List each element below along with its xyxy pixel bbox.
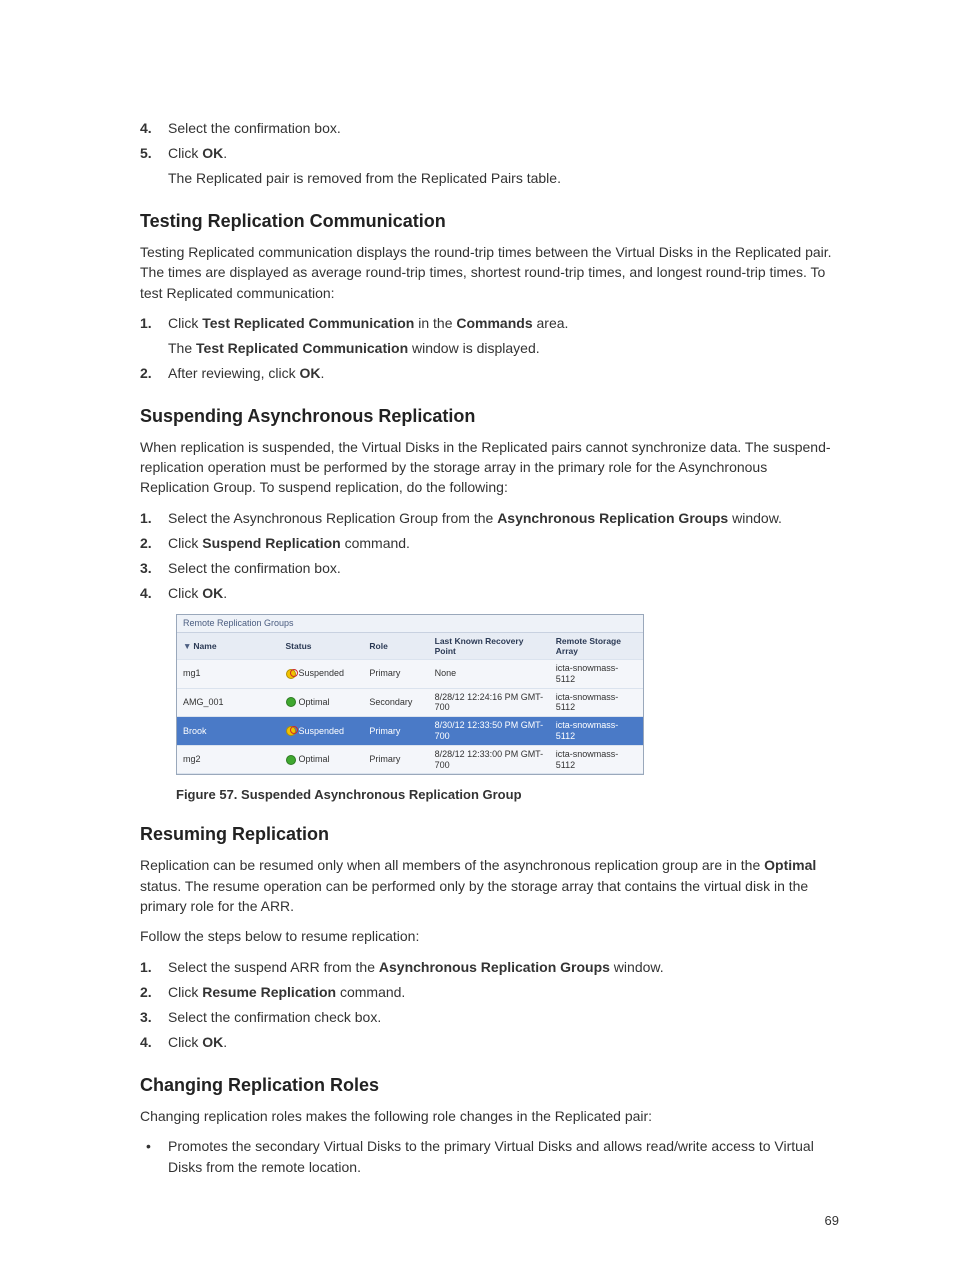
list-item: 3.Select the confirmation box. [140,558,839,579]
item-subline: The Replicated pair is removed from the … [168,168,839,189]
cell-remote: icta-snowmass-5112 [550,659,643,688]
cell-recovery: 8/28/12 12:33:00 PM GMT-700 [429,745,550,774]
cell-role: Secondary [363,688,428,717]
list-item: 4.Select the confirmation box. [140,118,839,139]
steps-suspend: 1.Select the Asynchronous Replication Gr… [140,508,839,604]
figure-caption: Figure 57. Suspended Asynchronous Replic… [176,787,839,802]
cell-status: Suspended [280,717,364,746]
item-number: 4. [140,1032,152,1053]
cell-remote: icta-snowmass-5112 [550,717,643,746]
cell-role: Primary [363,659,428,688]
optimal-status-icon [286,755,296,765]
cell-name: AMG_001 [177,688,280,717]
list-item: 1.Select the suspend ARR from the Asynch… [140,957,839,978]
cell-role: Primary [363,745,428,774]
cell-status: Optimal [280,745,364,774]
item-number: 1. [140,957,152,978]
list-item: 2.Click Resume Replication command. [140,982,839,1003]
table-row[interactable]: AMG_001OptimalSecondary8/28/12 12:24:16 … [177,688,643,717]
list-item: 2.After reviewing, click OK. [140,363,839,384]
cell-remote: icta-snowmass-5112 [550,745,643,774]
item-number: 2. [140,982,152,1003]
cell-status: Suspended [280,659,364,688]
page-number: 69 [825,1213,839,1228]
item-number: 4. [140,583,152,604]
item-number: 3. [140,1007,152,1028]
para-roles: Changing replication roles makes the fol… [140,1106,839,1126]
cell-recovery: 8/30/12 12:33:50 PM GMT-700 [429,717,550,746]
cell-status: Optimal [280,688,364,717]
cell-recovery: None [429,659,550,688]
list-item: 1.Select the Asynchronous Replication Gr… [140,508,839,529]
intro-steps: 4.Select the confirmation box. 5.Click OK… [140,118,839,189]
steps-testing: 1.Click Test Replicated Communication in… [140,313,839,384]
cell-remote: icta-snowmass-5112 [550,688,643,717]
col-name[interactable]: ▼Name [177,633,280,660]
col-role[interactable]: Role [363,633,428,660]
para-resume-2: Follow the steps below to resume replica… [140,926,839,946]
heading-resume: Resuming Replication [140,824,839,845]
list-item: 3.Select the confirmation check box. [140,1007,839,1028]
cell-name: mg2 [177,745,280,774]
cell-name: Brook [177,717,280,746]
list-item: 1.Click Test Replicated Communication in… [140,313,839,359]
bullets-roles: Promotes the secondary Virtual Disks to … [140,1136,839,1178]
cell-name: mg1 [177,659,280,688]
list-item: 5.Click OK.The Replicated pair is remove… [140,143,839,189]
list-item: Promotes the secondary Virtual Disks to … [140,1136,839,1178]
para-resume: Replication can be resumed only when all… [140,855,839,916]
item-subline: The Test Replicated Communication window… [168,338,839,359]
heading-testing: Testing Replication Communication [140,211,839,232]
table-row[interactable]: BrookSuspendedPrimary8/30/12 12:33:50 PM… [177,717,643,746]
optimal-status-icon [286,697,296,707]
item-number: 5. [140,143,152,164]
heading-roles: Changing Replication Roles [140,1075,839,1096]
replication-groups-table: Remote Replication Groups ▼Name Status R… [176,614,644,776]
para-suspend: When replication is suspended, the Virtu… [140,437,839,498]
item-number: 3. [140,558,152,579]
sort-desc-icon: ▼ [183,641,191,651]
item-number: 1. [140,313,152,334]
table-row[interactable]: mg2OptimalPrimary8/28/12 12:33:00 PM GMT… [177,745,643,774]
col-remote[interactable]: Remote Storage Array [550,633,643,660]
col-recovery[interactable]: Last Known Recovery Point [429,633,550,660]
list-item: 4.Click OK. [140,583,839,604]
item-number: 2. [140,363,152,384]
item-number: 1. [140,508,152,529]
table-caption: Remote Replication Groups [177,615,643,633]
list-item: 2.Click Suspend Replication command. [140,533,839,554]
cell-role: Primary [363,717,428,746]
steps-resume: 1.Select the suspend ARR from the Asynch… [140,957,839,1053]
suspended-status-icon [286,669,296,679]
suspended-status-icon [286,726,296,736]
table-body: mg1SuspendedPrimaryNoneicta-snowmass-511… [177,659,643,773]
item-number: 4. [140,118,152,139]
para-testing: Testing Replicated communication display… [140,242,839,303]
table-row[interactable]: mg1SuspendedPrimaryNoneicta-snowmass-511… [177,659,643,688]
item-number: 2. [140,533,152,554]
table-header-row: ▼Name Status Role Last Known Recovery Po… [177,633,643,660]
col-status[interactable]: Status [280,633,364,660]
list-item: 4.Click OK. [140,1032,839,1053]
cell-recovery: 8/28/12 12:24:16 PM GMT-700 [429,688,550,717]
heading-suspend: Suspending Asynchronous Replication [140,406,839,427]
